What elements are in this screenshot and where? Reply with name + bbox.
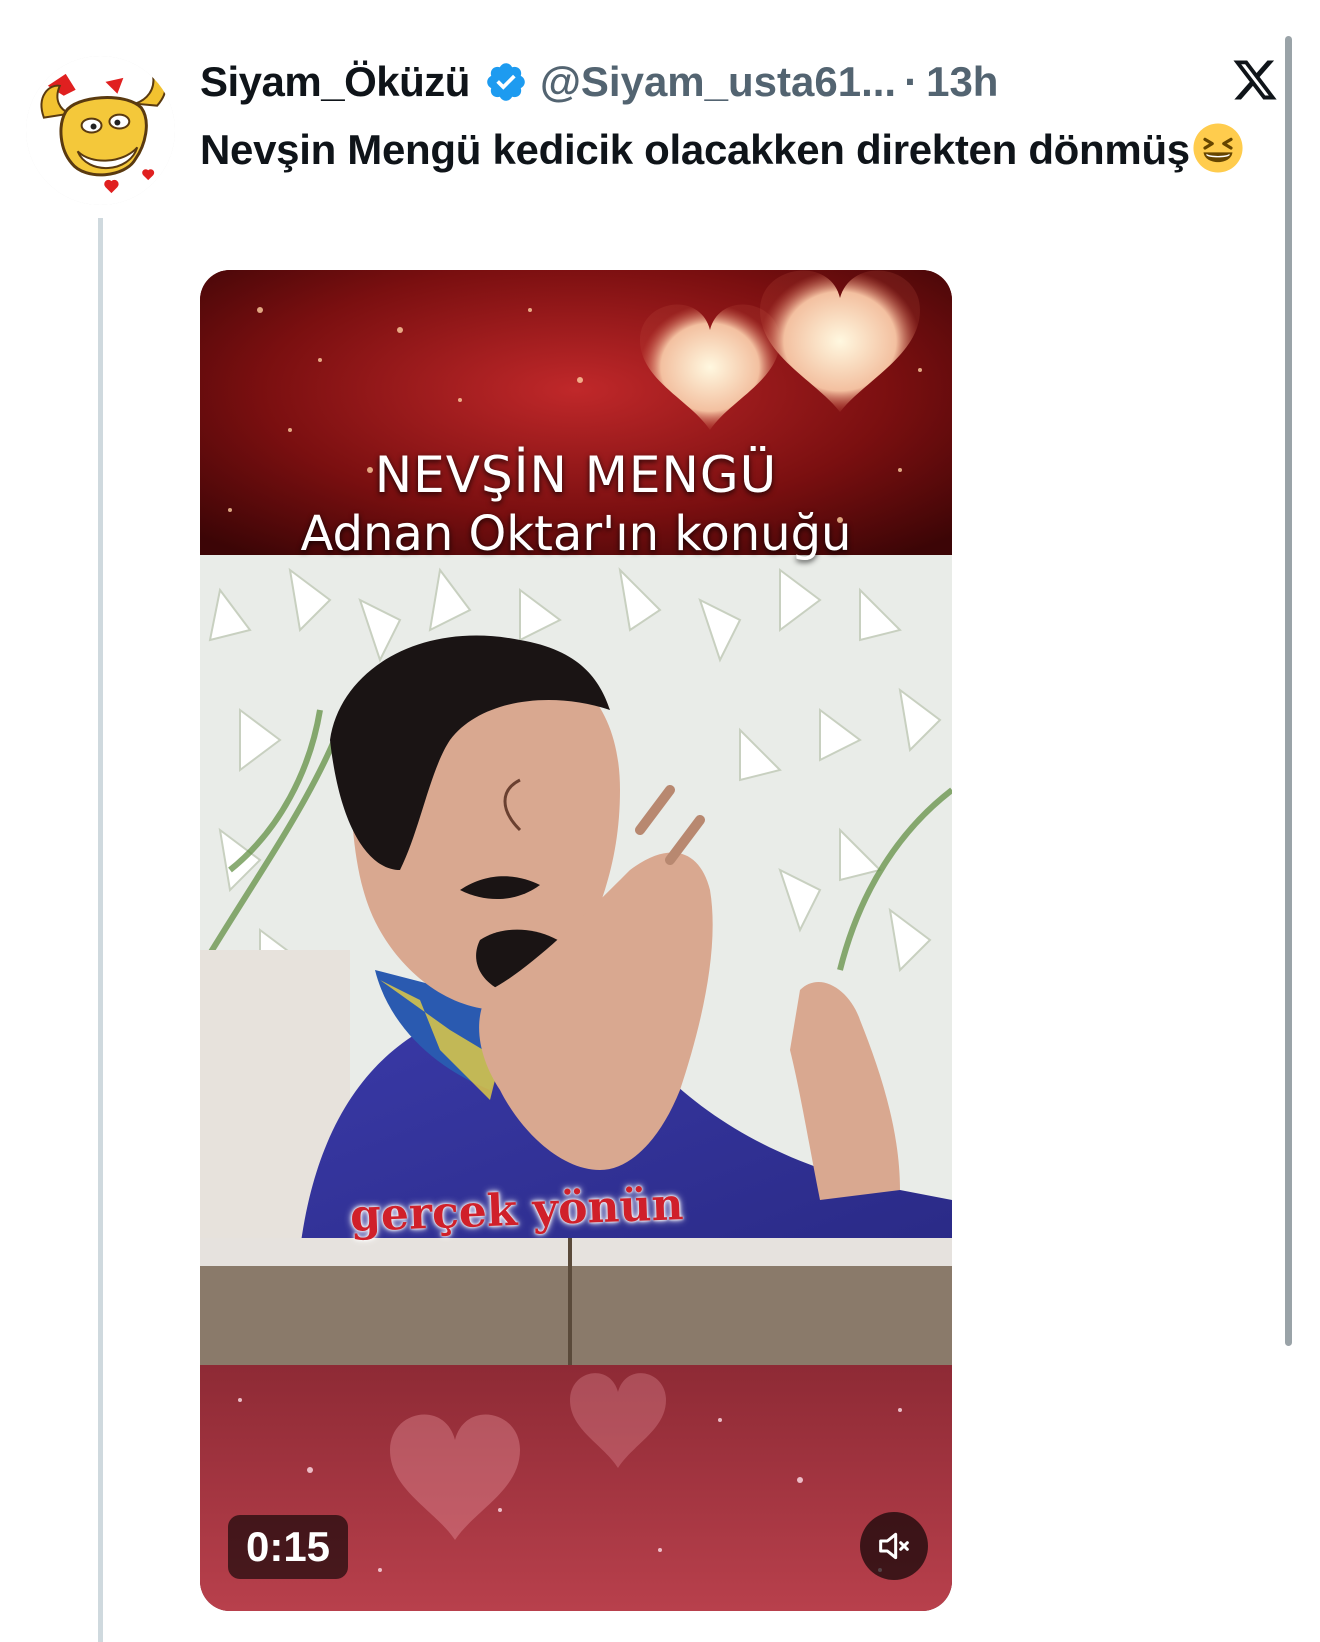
- separator-dot: ·: [904, 58, 919, 105]
- grinning-squinting-face-icon: [1193, 123, 1243, 173]
- tweet-text-content: Nevşin Mengü kedicik olacakken direkten …: [200, 126, 1190, 173]
- avatar[interactable]: [26, 56, 175, 205]
- scrollbar[interactable]: [1285, 36, 1292, 1346]
- video-duration: 0:15: [228, 1515, 348, 1579]
- tweet-header: Siyam_Öküzü @Siyam_usta61... · 13h: [200, 52, 998, 112]
- timestamp[interactable]: 13h: [926, 58, 998, 106]
- mute-button[interactable]: [860, 1512, 928, 1580]
- video-caption-title: NEVŞİN MENGÜ: [374, 446, 778, 504]
- thread-line: [98, 218, 103, 1642]
- display-name[interactable]: Siyam_Öküzü: [200, 58, 470, 106]
- speaker-muted-icon: [879, 1532, 909, 1560]
- video-caption-subtitle: Adnan Oktar'ın konuğu: [300, 506, 852, 562]
- bull-avatar-icon: [26, 56, 175, 205]
- x-logo-icon[interactable]: [1230, 56, 1280, 104]
- tweet-text: Nevşin Mengü kedicik olacakken direkten …: [200, 118, 1260, 181]
- video-player[interactable]: NEVŞİN MENGÜ Adnan Oktar'ın konuğu gerçe…: [200, 270, 952, 1611]
- handle[interactable]: @Siyam_usta61...: [540, 58, 896, 106]
- verified-badge-icon[interactable]: [484, 60, 528, 104]
